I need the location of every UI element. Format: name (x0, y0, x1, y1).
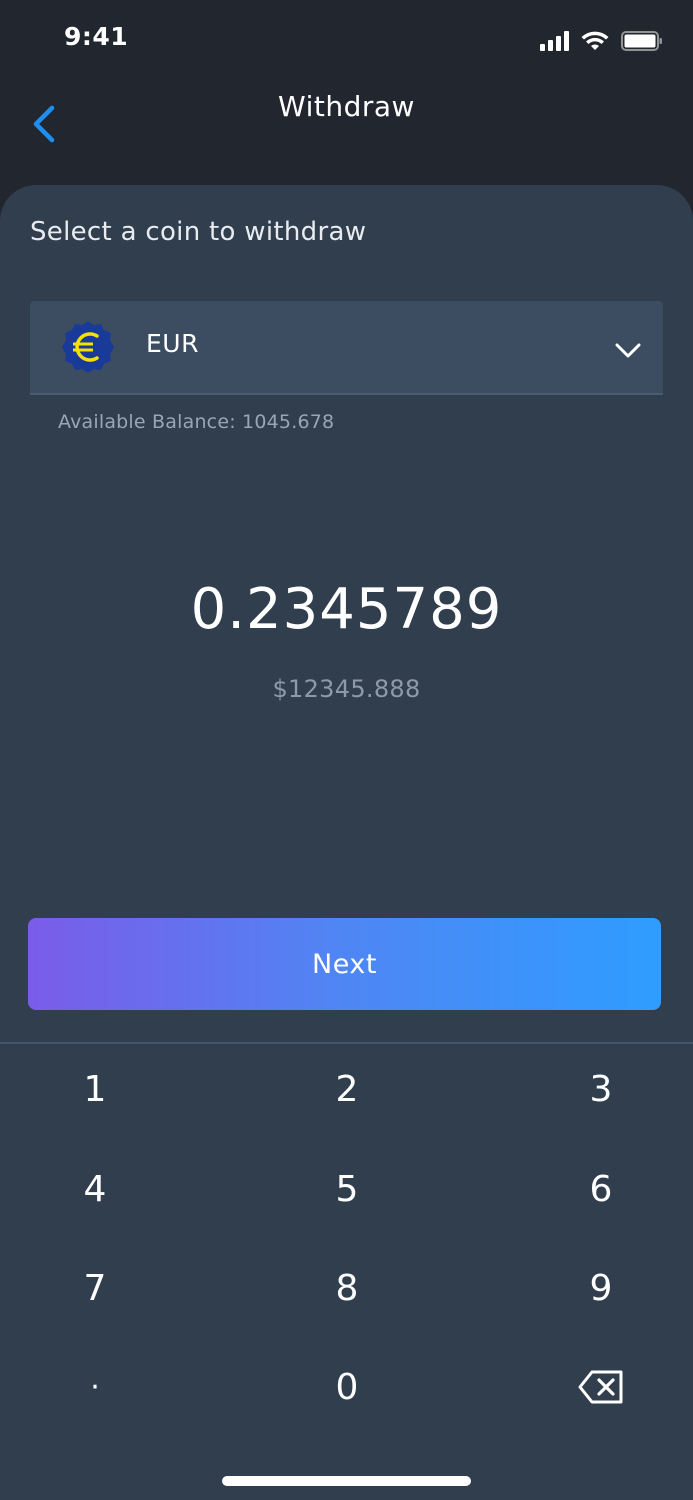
key-6[interactable]: 6 (531, 1144, 671, 1234)
status-time: 9:41 (64, 22, 129, 51)
next-button[interactable]: Next (28, 918, 661, 1010)
selected-coin-name: EUR (146, 329, 199, 358)
chevron-down-icon (615, 343, 641, 358)
available-balance: Available Balance: 1045.678 (58, 411, 335, 433)
cellular-signal-icon (540, 31, 569, 51)
header: Withdraw (0, 80, 693, 180)
key-4[interactable]: 4 (25, 1144, 165, 1234)
key-backspace[interactable] (531, 1342, 671, 1432)
status-icons (540, 30, 663, 52)
key-0[interactable]: 0 (277, 1342, 417, 1432)
fiat-equivalent: $12345.888 (272, 675, 421, 703)
coin-select-dropdown[interactable]: EUR (30, 301, 663, 395)
battery-icon (621, 31, 662, 51)
key-8[interactable]: 8 (277, 1243, 417, 1333)
withdraw-card: Select a coin to withdraw EUR Available … (0, 185, 693, 1500)
key-2[interactable]: 2 (277, 1044, 417, 1134)
key-1[interactable]: 1 (25, 1044, 165, 1134)
backspace-icon (578, 1370, 623, 1404)
key-5[interactable]: 5 (277, 1144, 417, 1234)
key-7[interactable]: 7 (25, 1243, 165, 1333)
home-indicator[interactable] (222, 1476, 471, 1486)
wifi-icon (581, 31, 609, 50)
page-title: Withdraw (278, 90, 415, 123)
withdraw-screen: 9:41 Withdraw Select a coin to withdraw … (0, 0, 693, 1500)
euro-icon (62, 321, 114, 373)
status-bar: 9:41 (0, 0, 693, 80)
key-9[interactable]: 9 (531, 1243, 671, 1333)
key-decimal[interactable]: · (25, 1342, 165, 1432)
key-3[interactable]: 3 (531, 1044, 671, 1134)
withdraw-amount: 0.2345789 (190, 577, 503, 642)
select-coin-label: Select a coin to withdraw (30, 217, 367, 247)
